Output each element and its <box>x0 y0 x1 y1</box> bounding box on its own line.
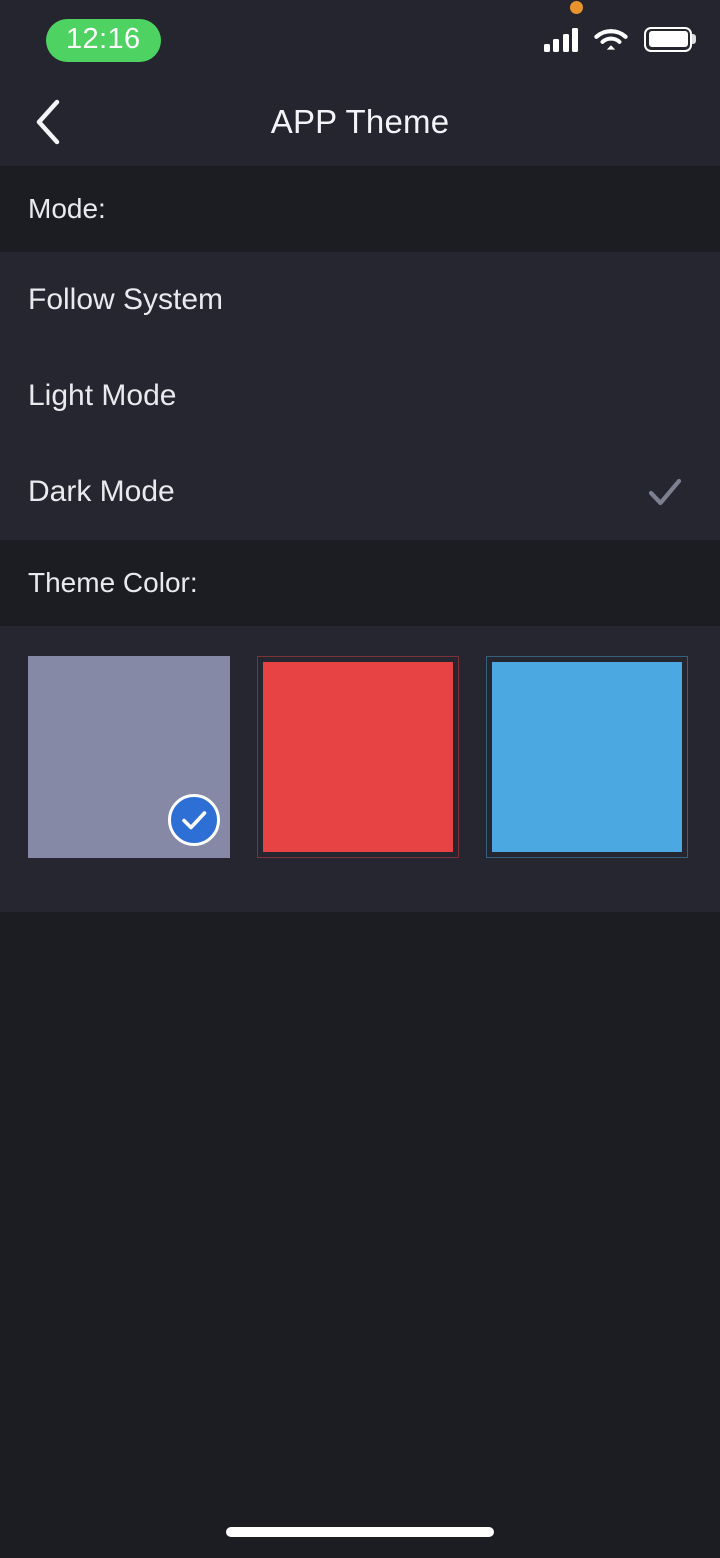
mode-option-list: Follow System Light Mode Dark Mode <box>0 252 720 540</box>
wifi-icon <box>594 27 628 52</box>
check-icon <box>646 473 684 511</box>
mode-option-label: Follow System <box>28 283 224 316</box>
theme-color-swatch-red[interactable] <box>257 656 459 858</box>
chevron-left-icon <box>33 99 63 145</box>
home-indicator-bar[interactable] <box>226 1527 494 1537</box>
check-circle-icon <box>168 794 220 846</box>
theme-color-section-header: Theme Color: <box>0 540 720 626</box>
phone-screen: 12:16 APP Theme Mode: Follow System Ligh… <box>0 0 720 1558</box>
battery-icon <box>644 26 692 52</box>
page-title: APP Theme <box>270 103 450 140</box>
mode-option-label: Light Mode <box>28 379 177 412</box>
mode-option-label: Dark Mode <box>28 475 175 508</box>
theme-color-swatch-blue[interactable] <box>486 656 688 858</box>
theme-color-swatch-gray[interactable] <box>28 656 230 858</box>
mode-option-dark-mode[interactable]: Dark Mode <box>0 444 720 540</box>
home-indicator-area <box>0 1506 720 1558</box>
status-bar: 12:16 <box>0 0 720 78</box>
cellular-signal-icon <box>543 27 578 52</box>
theme-color-swatch-list <box>0 626 720 912</box>
privacy-indicator-dot <box>569 0 583 14</box>
back-button[interactable] <box>0 78 96 166</box>
swatch-color-fill <box>263 662 453 852</box>
swatch-color-fill <box>492 662 682 852</box>
mode-option-light-mode[interactable]: Light Mode <box>0 348 720 444</box>
status-bar-time: 12:16 <box>46 18 161 62</box>
status-bar-indicators <box>543 0 692 52</box>
mode-section-header: Mode: <box>0 166 720 252</box>
navigation-bar: APP Theme <box>0 78 720 166</box>
empty-content-area <box>0 912 720 1558</box>
mode-option-follow-system[interactable]: Follow System <box>0 252 720 348</box>
